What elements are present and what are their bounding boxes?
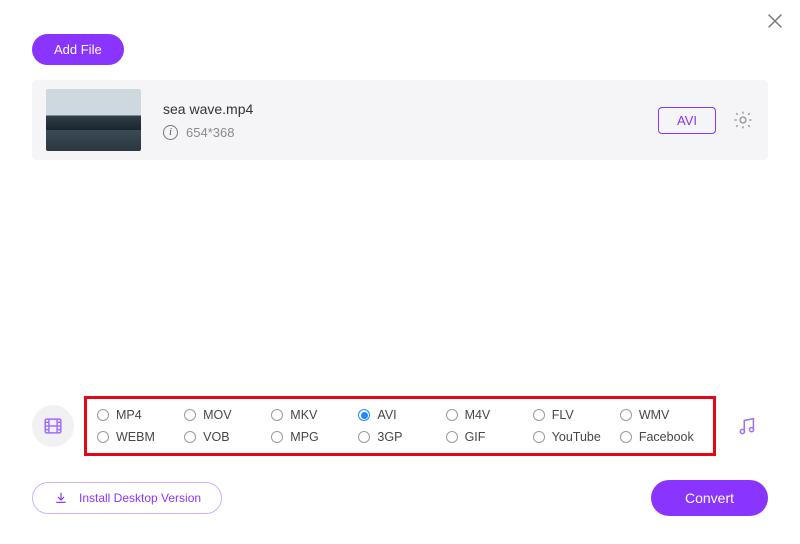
add-file-button[interactable]: Add File bbox=[32, 34, 124, 65]
video-category-icon[interactable] bbox=[32, 405, 74, 447]
install-desktop-button[interactable]: Install Desktop Version bbox=[32, 482, 222, 514]
download-icon bbox=[53, 490, 69, 506]
radio-icon bbox=[271, 431, 283, 443]
radio-icon bbox=[446, 431, 458, 443]
bottom-bar: Install Desktop Version Convert bbox=[32, 480, 768, 516]
format-option-label: 3GP bbox=[377, 430, 402, 444]
format-option-label: MP4 bbox=[116, 408, 142, 422]
format-option-label: MPG bbox=[290, 430, 318, 444]
file-name: sea wave.mp4 bbox=[163, 101, 253, 117]
format-option-3gp[interactable]: 3GP bbox=[358, 430, 441, 444]
format-option-mov[interactable]: MOV bbox=[184, 408, 267, 422]
format-option-facebook[interactable]: Facebook bbox=[620, 430, 703, 444]
format-grid: MP4 MOV MKV AVI M4V FLV WMV WEBM VOB MPG 3GP GIF You… bbox=[97, 408, 703, 444]
format-option-mpg[interactable]: MPG bbox=[271, 430, 354, 444]
format-option-label: VOB bbox=[203, 430, 229, 444]
radio-icon bbox=[184, 431, 196, 443]
format-option-youtube[interactable]: YouTube bbox=[533, 430, 616, 444]
format-option-vob[interactable]: VOB bbox=[184, 430, 267, 444]
format-option-label: FLV bbox=[552, 408, 574, 422]
format-option-label: WEBM bbox=[116, 430, 155, 444]
radio-icon bbox=[184, 409, 196, 421]
radio-icon bbox=[533, 409, 545, 421]
format-option-label: YouTube bbox=[552, 430, 601, 444]
format-option-label: GIF bbox=[465, 430, 486, 444]
format-option-avi[interactable]: AVI bbox=[358, 408, 441, 422]
format-bar: MP4 MOV MKV AVI M4V FLV WMV WEBM VOB MPG 3GP GIF You… bbox=[32, 394, 768, 458]
file-item: sea wave.mp4 i 654*368 AVI bbox=[32, 80, 768, 160]
format-option-label: WMV bbox=[639, 408, 670, 422]
format-option-wmv[interactable]: WMV bbox=[620, 408, 703, 422]
info-icon[interactable]: i bbox=[163, 125, 178, 140]
radio-icon bbox=[446, 409, 458, 421]
radio-icon bbox=[533, 431, 545, 443]
radio-icon bbox=[358, 409, 370, 421]
radio-icon bbox=[271, 409, 283, 421]
file-meta: sea wave.mp4 i 654*368 bbox=[163, 101, 253, 140]
format-option-flv[interactable]: FLV bbox=[533, 408, 616, 422]
convert-button[interactable]: Convert bbox=[651, 480, 768, 516]
format-option-label: MKV bbox=[290, 408, 317, 422]
format-option-label: M4V bbox=[465, 408, 491, 422]
audio-category-icon[interactable] bbox=[726, 405, 768, 447]
radio-icon bbox=[97, 431, 109, 443]
format-option-mp4[interactable]: MP4 bbox=[97, 408, 180, 422]
radio-icon bbox=[620, 409, 632, 421]
settings-icon[interactable] bbox=[732, 109, 754, 131]
format-option-gif[interactable]: GIF bbox=[446, 430, 529, 444]
format-grid-highlight: MP4 MOV MKV AVI M4V FLV WMV WEBM VOB MPG 3GP GIF You… bbox=[84, 396, 716, 456]
format-option-m4v[interactable]: M4V bbox=[446, 408, 529, 422]
radio-icon bbox=[97, 409, 109, 421]
format-option-label: AVI bbox=[377, 408, 396, 422]
target-format-button[interactable]: AVI bbox=[658, 107, 716, 134]
format-option-label: MOV bbox=[203, 408, 231, 422]
format-option-label: Facebook bbox=[639, 430, 694, 444]
radio-icon bbox=[358, 431, 370, 443]
install-desktop-label: Install Desktop Version bbox=[79, 491, 201, 505]
radio-icon bbox=[620, 431, 632, 443]
file-thumbnail bbox=[46, 89, 141, 151]
file-dimensions: 654*368 bbox=[186, 125, 234, 140]
format-option-webm[interactable]: WEBM bbox=[97, 430, 180, 444]
close-icon[interactable] bbox=[764, 10, 786, 32]
file-dimensions-row: i 654*368 bbox=[163, 125, 253, 140]
format-option-mkv[interactable]: MKV bbox=[271, 408, 354, 422]
